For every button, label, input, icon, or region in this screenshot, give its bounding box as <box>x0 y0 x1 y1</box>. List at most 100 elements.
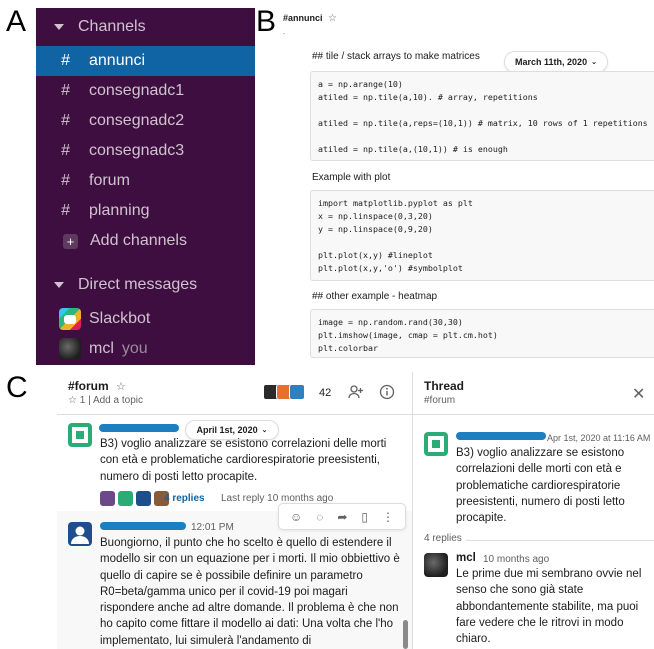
replies-link[interactable]: 4 replies <box>164 493 205 504</box>
sidebar-item-consegnadc1[interactable]: # consegnadc1 <box>36 76 255 106</box>
message-body: Buongiorno, il punto che ho scelto è que… <box>100 537 400 647</box>
hash-icon: # <box>61 82 70 99</box>
add-topic-link[interactable]: Add a topic <box>93 395 143 406</box>
you-suffix: you <box>121 340 148 357</box>
avatar[interactable] <box>424 553 448 577</box>
sidebar-item-consegnadc3[interactable]: # consegnadc3 <box>36 136 255 166</box>
code-block-tile: a = np.arange(10) atiled = np.tile(a,10)… <box>310 71 654 161</box>
reply-author[interactable]: mcl <box>456 552 476 564</box>
chevron-down-icon: ⌄ <box>261 427 268 434</box>
share-icon[interactable]: ➦ <box>337 510 347 524</box>
snippet-heading-2: Example with plot <box>312 172 391 183</box>
thread-channel[interactable]: #forum <box>424 395 455 406</box>
member-avatars[interactable] <box>263 384 305 400</box>
forum-and-thread-view: #forum ☆ ☆ 1 | Add a topic 42 April 1st,… <box>57 372 654 649</box>
forum-channel-pane: #forum ☆ ☆ 1 | Add a topic 42 April 1st,… <box>57 372 412 649</box>
channel-name: #forum <box>68 379 109 393</box>
avatar <box>118 491 133 506</box>
member-avatar <box>289 384 305 400</box>
sidebar-item-slackbot[interactable]: Slackbot <box>36 304 255 334</box>
sidebar-item-label: consegnadc3 <box>89 142 185 159</box>
sidebar-item-planning[interactable]: # planning <box>36 196 255 226</box>
sidebar-item-label: planning <box>89 202 150 219</box>
sidebar-item-label: Slackbot <box>89 310 151 327</box>
avatar <box>100 491 115 506</box>
channel-title[interactable]: #forum ☆ <box>68 379 126 393</box>
close-icon[interactable]: ✕ <box>632 384 645 404</box>
meta-separator: | <box>88 395 91 406</box>
chevron-down-icon: ⌄ <box>591 59 597 66</box>
panel-label-c: C <box>6 371 28 404</box>
redacted-username <box>99 424 179 432</box>
bookmark-icon[interactable]: ▯ <box>361 510 368 524</box>
dm-header-label: Direct messages <box>78 276 198 293</box>
message-body: Le prime due mi sembrano ovvie nel senso… <box>456 568 642 646</box>
annunci-channel-view: #annunci ☆ . ## tile / stack arrays to m… <box>279 8 654 358</box>
slack-sidebar: Channels # annunci # consegnadc1 # conse… <box>36 8 255 365</box>
sidebar-item-mcl[interactable]: mcl you <box>36 334 255 364</box>
add-channels-label: Add channels <box>90 232 187 249</box>
channels-header-label: Channels <box>78 18 146 35</box>
code-block-heatmap: image = np.random.rand(30,30) plt.imshow… <box>310 309 654 358</box>
hash-icon: # <box>61 202 70 219</box>
emoji-icon[interactable]: ☺ <box>290 510 302 524</box>
header-divider <box>57 414 412 415</box>
add-person-icon[interactable] <box>347 383 365 401</box>
snippet-heading-1: ## tile / stack arrays to make matrices <box>312 51 480 62</box>
date-label: April 1st, 2020 <box>196 425 258 435</box>
message-time[interactable]: 12:01 PM <box>191 522 234 533</box>
reply-avatars[interactable] <box>100 491 172 506</box>
star-icon[interactable]: ☆ <box>328 13 337 24</box>
date-divider-pill[interactable]: March 11th, 2020 ⌄ <box>504 51 608 73</box>
channel-topic: . <box>283 27 286 36</box>
member-count[interactable]: 42 <box>319 387 331 399</box>
redacted-username <box>456 432 546 440</box>
thread-pane: Thread #forum ✕ Apr 1st, 2020 at 11:16 A… <box>413 372 654 649</box>
avatar[interactable] <box>424 432 448 456</box>
message-body: B3) voglio analizzare se esistono correl… <box>100 438 387 483</box>
message-actions-toolbar: ☺ ◌ ➦ ▯ ⋮ <box>278 503 406 530</box>
code-block-plot: import matplotlib.pyplot as plt x = np.l… <box>310 190 654 281</box>
sidebar-item-forum[interactable]: # forum <box>36 166 255 196</box>
message-time[interactable]: Apr 1st, 2020 at 11:16 AM <box>547 433 650 443</box>
thread-title: Thread <box>424 379 465 393</box>
sidebar-item-label: forum <box>89 172 130 189</box>
dm-section-header[interactable]: Direct messages <box>36 270 255 300</box>
header-divider <box>413 414 654 415</box>
pinned-count[interactable]: ☆ 1 <box>68 395 85 406</box>
add-channels-button[interactable]: + Add channels <box>36 226 255 256</box>
date-label: March 11th, 2020 <box>515 57 588 67</box>
scrollbar[interactable] <box>403 620 408 649</box>
sidebar-item-label: consegnadc1 <box>89 82 185 99</box>
avatar[interactable] <box>68 522 92 546</box>
hash-icon: # <box>61 112 70 129</box>
star-icon[interactable]: ☆ <box>116 381 126 393</box>
plus-icon: + <box>63 233 78 249</box>
redacted-username <box>100 522 186 530</box>
thread-replies-count: 4 replies <box>424 533 462 544</box>
info-icon[interactable] <box>378 383 396 401</box>
more-vertical-icon[interactable]: ⋮ <box>382 510 394 524</box>
channels-section-header[interactable]: Channels <box>36 12 255 42</box>
mcl-avatar <box>59 338 81 360</box>
channel-title[interactable]: #annunci ☆ <box>283 13 337 24</box>
hash-icon: # <box>61 172 70 189</box>
avatar <box>136 491 151 506</box>
channel-meta: ☆ 1 | Add a topic <box>68 395 143 406</box>
hash-icon: # <box>61 52 70 69</box>
sidebar-item-label: mcl <box>89 340 114 357</box>
snippet-heading-3: ## other example - heatmap <box>312 291 438 302</box>
panel-label-b: B <box>256 5 277 38</box>
sidebar-item-annunci[interactable]: # annunci <box>36 46 255 76</box>
avatar[interactable] <box>68 423 92 447</box>
message-body: B3) voglio analizzare se esistono correl… <box>456 447 625 525</box>
thread-icon[interactable]: ◌ <box>316 510 323 524</box>
caret-down-icon <box>54 24 64 30</box>
message-time[interactable]: 10 months ago <box>483 554 549 565</box>
caret-down-icon <box>54 282 64 288</box>
sidebar-item-consegnadc2[interactable]: # consegnadc2 <box>36 106 255 136</box>
replies-divider <box>466 540 654 541</box>
channel-name: #annunci <box>283 13 323 23</box>
hash-icon: # <box>61 142 70 159</box>
panel-label-a: A <box>6 5 27 38</box>
